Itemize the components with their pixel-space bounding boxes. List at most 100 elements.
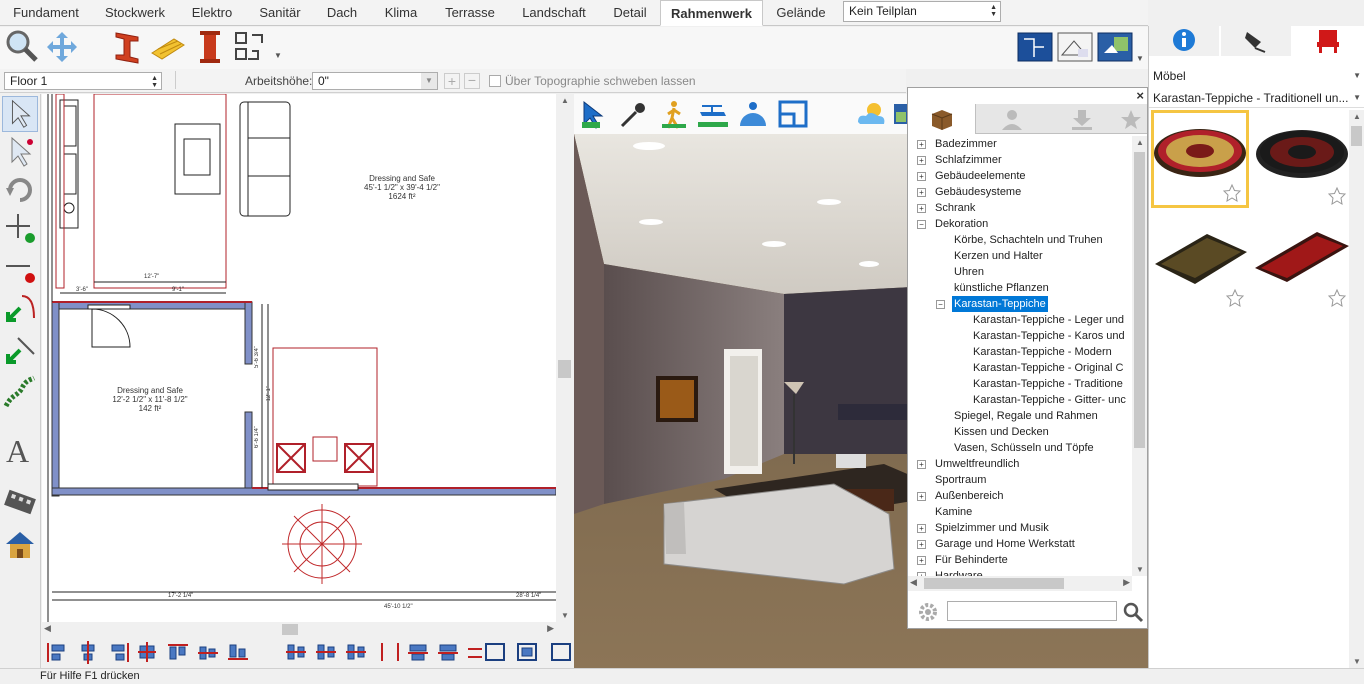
- dollhouse-view-icon[interactable]: [736, 98, 770, 130]
- tab-stockwerk[interactable]: Stockwerk: [92, 0, 178, 26]
- tree-vertical-scrollbar[interactable]: ▲ ▼: [1132, 136, 1147, 576]
- render-image-icon[interactable]: [894, 98, 908, 130]
- walk-person-icon[interactable]: [658, 98, 690, 130]
- tree-item[interactable]: + Schlafzimmer: [908, 152, 1132, 168]
- tree-item[interactable]: Spiegel, Regale und Rahmen: [908, 408, 1132, 424]
- plan-horizontal-scrollbar[interactable]: ◀ ▶: [42, 622, 556, 637]
- favorite-star-icon[interactable]: [1225, 288, 1245, 308]
- plan-vertical-scrollbar[interactable]: ▲ ▼: [556, 94, 573, 622]
- tree-item[interactable]: Uhren: [908, 264, 1132, 280]
- expand-icon[interactable]: +: [917, 540, 926, 549]
- favorite-star-icon[interactable]: [1327, 288, 1347, 308]
- tree-item[interactable]: + Gebäudesysteme: [908, 184, 1132, 200]
- tab-fundament[interactable]: Fundament: [0, 0, 92, 26]
- floor-joists-icon[interactable]: [148, 27, 188, 67]
- tab-gelaende[interactable]: Gelände: [763, 0, 839, 26]
- tree-item[interactable]: + Gebäudeelemente: [908, 168, 1132, 184]
- arbeitshoehe-input[interactable]: 0" ▼: [312, 72, 438, 90]
- tab-dach[interactable]: Dach: [314, 0, 370, 26]
- text-tool-icon[interactable]: A: [2, 432, 38, 468]
- category-select[interactable]: Möbel ▼: [1149, 66, 1364, 86]
- favorite-star-icon[interactable]: [1222, 183, 1242, 203]
- pan-hand-icon[interactable]: [42, 27, 82, 67]
- walkthrough-film-icon[interactable]: [2, 484, 38, 520]
- tree-item[interactable]: + Umweltfreundlich: [908, 456, 1132, 472]
- favorite-star-icon[interactable]: [1327, 186, 1347, 206]
- select-group-arrow-icon[interactable]: [2, 134, 38, 170]
- close-icon[interactable]: ×: [1136, 88, 1144, 103]
- tree-item[interactable]: Karastan-Teppiche - Original C: [908, 360, 1132, 376]
- search-icon[interactable]: [1122, 601, 1144, 623]
- plan-select[interactable]: Kein Teilplan ▲ ▼: [843, 1, 1001, 22]
- tree-item[interactable]: +Hardware: [908, 568, 1132, 576]
- camera-select-icon[interactable]: [578, 98, 610, 130]
- tree-item[interactable]: + Spielzimmer und Musik: [908, 520, 1132, 536]
- elevation-view-icon[interactable]: [1056, 29, 1096, 69]
- tree-item[interactable]: künstliche Pflanzen: [908, 280, 1132, 296]
- chevron-down-icon[interactable]: ▼: [421, 73, 437, 89]
- collapse-icon[interactable]: −: [936, 300, 945, 309]
- tree-horizontal-scrollbar[interactable]: ◀ ▶: [908, 576, 1132, 591]
- expand-icon[interactable]: +: [917, 460, 926, 469]
- expand-icon[interactable]: +: [917, 204, 926, 213]
- tree-item[interactable]: Sportraum: [908, 472, 1132, 488]
- tree-item[interactable]: − Dekoration: [908, 216, 1132, 232]
- collapse-icon[interactable]: −: [917, 220, 926, 229]
- thumbnail-rect-rug-red[interactable]: [1253, 212, 1351, 310]
- tree-item[interactable]: Karastan-Teppiche - Modern: [908, 344, 1132, 360]
- rotate-icon[interactable]: [2, 172, 38, 208]
- tree-item[interactable]: + Außenbereich: [908, 488, 1132, 504]
- tree-item[interactable]: Karastan-Teppiche - Traditione: [908, 376, 1132, 392]
- house-wizard-icon[interactable]: [2, 526, 38, 562]
- minus-button[interactable]: −: [464, 73, 480, 89]
- tree-item[interactable]: Kamine: [908, 504, 1132, 520]
- tab-favorites[interactable]: [1116, 104, 1147, 134]
- tab-terrasse[interactable]: Terrasse: [432, 0, 508, 26]
- plan-view-icon[interactable]: [1016, 29, 1056, 69]
- tree-item[interactable]: Kissen und Decken: [908, 424, 1132, 440]
- tab-furniture[interactable]: [1293, 26, 1363, 56]
- tree-item[interactable]: Körbe, Schachteln und Truhen: [908, 232, 1132, 248]
- thumbnail-round-rug-dark[interactable]: [1253, 110, 1351, 208]
- thumbnail-rect-rug-dark[interactable]: [1151, 212, 1249, 310]
- plus-button[interactable]: +: [444, 73, 460, 89]
- gear-icon[interactable]: [917, 601, 939, 623]
- expand-icon[interactable]: +: [917, 156, 926, 165]
- tab-info[interactable]: [1149, 26, 1219, 56]
- dropdown-arrow-icon[interactable]: ▼: [274, 51, 282, 60]
- break-line-icon[interactable]: [2, 290, 38, 326]
- tab-rahmenwerk[interactable]: Rahmenwerk: [660, 0, 763, 26]
- floor-plan-canvas[interactable]: Dressing and Safe 45'-1 1/2" x 39'-4 1/2…: [42, 94, 556, 622]
- add-point-icon[interactable]: [2, 210, 38, 246]
- tree-item[interactable]: − Karastan-Teppiche: [908, 296, 1132, 312]
- tab-material[interactable]: [1221, 26, 1291, 56]
- tab-klima[interactable]: Klima: [370, 0, 432, 26]
- aerial-view-icon[interactable]: [696, 98, 730, 130]
- tree-item[interactable]: + Badezimmer: [908, 136, 1132, 152]
- column-post-icon[interactable]: [190, 27, 230, 67]
- subcategory-select[interactable]: Karastan-Teppiche - Traditionell un... ▼: [1149, 88, 1364, 108]
- tree-item[interactable]: Karastan-Teppiche - Gitter- unc: [908, 392, 1132, 408]
- tree-item[interactable]: + Garage und Home Werkstatt: [908, 536, 1132, 552]
- expand-icon[interactable]: +: [917, 188, 926, 197]
- preview-vertical-scrollbar[interactable]: ▲ ▼: [1349, 110, 1364, 668]
- expand-icon[interactable]: +: [917, 492, 926, 501]
- tree-item[interactable]: Kerzen und Halter: [908, 248, 1132, 264]
- join-line-icon[interactable]: [2, 332, 38, 368]
- tab-library-catalog[interactable]: [908, 104, 976, 134]
- delete-point-icon[interactable]: [2, 250, 38, 286]
- floor-select[interactable]: Floor 1 ▲ ▼: [4, 72, 162, 90]
- library-search-input[interactable]: [947, 601, 1117, 621]
- select-arrow-icon[interactable]: [2, 96, 38, 132]
- tab-downloads[interactable]: [1048, 104, 1116, 134]
- sun-weather-icon[interactable]: [854, 98, 890, 130]
- 3d-view-icon[interactable]: [1096, 29, 1136, 69]
- spline-icon[interactable]: [2, 374, 38, 410]
- floor-overview-icon[interactable]: [776, 98, 810, 130]
- tab-elektro[interactable]: Elektro: [178, 0, 246, 26]
- eyedropper-icon[interactable]: [618, 98, 650, 130]
- tab-detail[interactable]: Detail: [600, 0, 660, 26]
- tree-item[interactable]: + Für Behinderte: [908, 552, 1132, 568]
- tree-item[interactable]: Karastan-Teppiche - Leger und: [908, 312, 1132, 328]
- tree-item[interactable]: Vasen, Schüsseln und Töpfe: [908, 440, 1132, 456]
